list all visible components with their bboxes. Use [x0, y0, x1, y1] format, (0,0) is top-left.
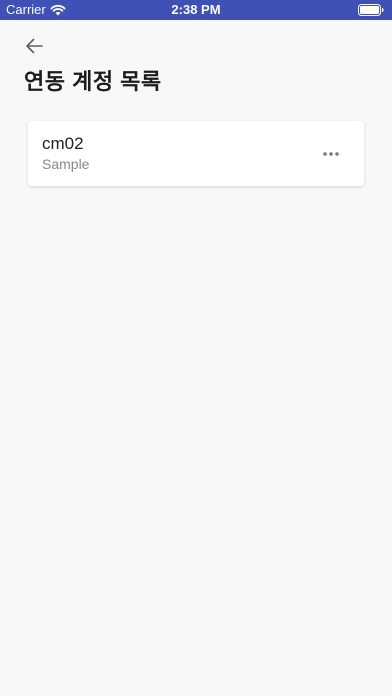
account-name: cm02	[42, 134, 84, 153]
more-horizontal-icon	[322, 144, 340, 162]
status-bar: Carrier 2:38 PM	[0, 0, 392, 20]
status-time: 2:38 PM	[171, 2, 221, 17]
account-card[interactable]: cm02 Sample	[28, 121, 364, 186]
battery-icon	[358, 4, 384, 16]
more-options-button[interactable]	[320, 143, 342, 163]
back-button[interactable]	[22, 36, 46, 60]
page-title: 연동 계정 목록	[24, 69, 162, 94]
arrow-left-icon	[25, 38, 43, 59]
account-subtitle: Sample	[42, 156, 90, 172]
